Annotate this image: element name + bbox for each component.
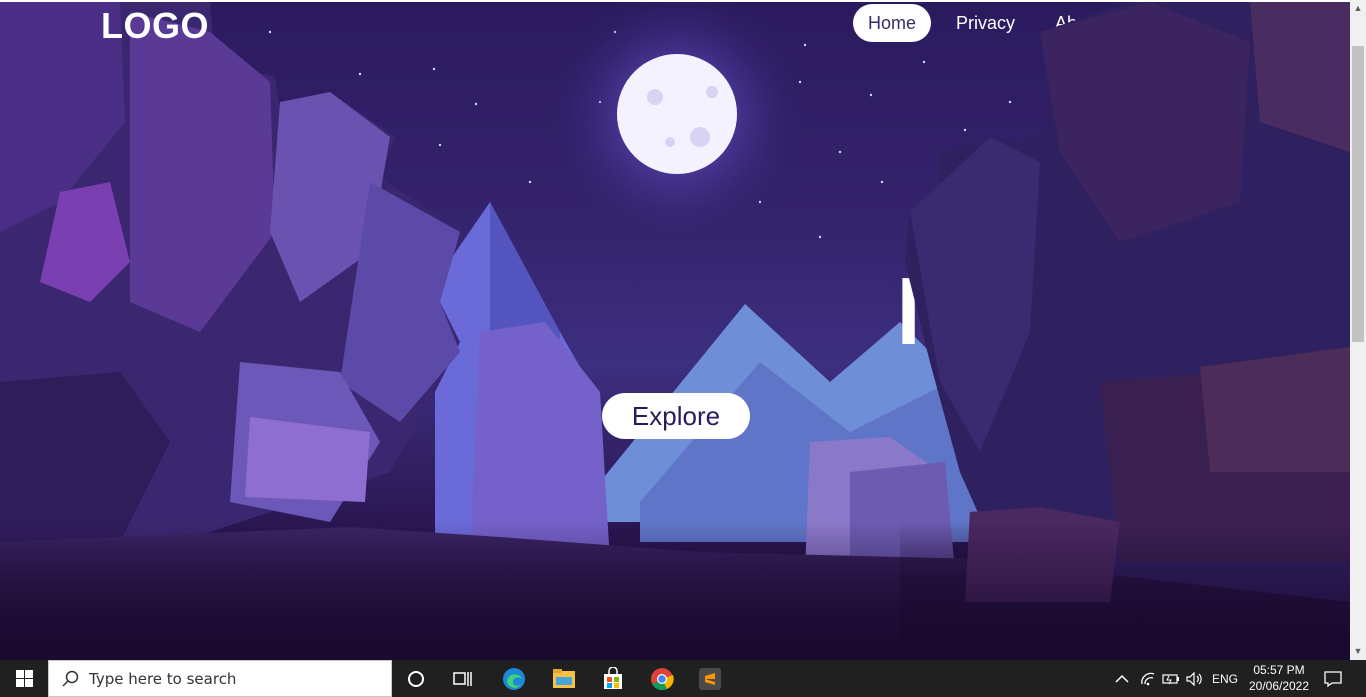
explore-button[interactable]: Explore [602,393,750,439]
cortana-icon[interactable] [403,666,429,692]
store-icon[interactable] [600,666,626,692]
clock-date: 20/06/2022 [1248,679,1310,693]
task-view-icon[interactable] [450,666,476,692]
edge-icon[interactable] [501,666,527,692]
search-icon [62,670,79,687]
wifi-icon[interactable] [1140,660,1156,697]
nav-home[interactable]: Home [853,4,932,42]
vertical-scrollbar[interactable]: ▲ ▼ [1350,0,1366,660]
scroll-up-arrow-icon[interactable]: ▲ [1350,0,1366,17]
search-placeholder: Type here to search [89,669,237,688]
language-indicator[interactable]: ENG [1212,660,1238,697]
windows-logo-icon [15,670,33,687]
battery-icon[interactable] [1162,660,1180,697]
file-explorer-icon[interactable] [551,666,577,692]
hero-heading-letter: M [896,258,976,365]
windows-taskbar: Type here to search ENG 05:57 PM 20/06/2… [0,660,1366,697]
sublime-text-icon[interactable] [697,666,723,692]
nav-about[interactable]: About [1040,4,1117,42]
scroll-thumb[interactable] [1352,46,1364,342]
start-button[interactable] [0,660,48,697]
notification-center-icon[interactable] [1323,660,1343,697]
nav-privacy[interactable]: Privacy [941,4,1030,42]
landscape-illustration [0,2,1350,660]
hero-background: LOGO Home Privacy About Contact M Explor… [0,2,1350,660]
main-nav: Home Privacy About Contact [853,4,1229,42]
show-hidden-icons-chevron-icon[interactable] [1115,660,1129,697]
volume-icon[interactable] [1186,660,1204,697]
browser-viewport: LOGO Home Privacy About Contact M Explor… [0,0,1366,697]
site-logo[interactable]: LOGO [101,5,209,47]
clock-time: 05:57 PM [1253,663,1305,677]
scroll-down-arrow-icon[interactable]: ▼ [1350,643,1366,660]
chrome-icon[interactable] [649,666,675,692]
nav-contact[interactable]: Contact [1127,4,1219,42]
taskbar-search-box[interactable]: Type here to search [48,660,392,697]
system-clock[interactable]: 05:57 PM 20/06/2022 [1240,662,1318,694]
